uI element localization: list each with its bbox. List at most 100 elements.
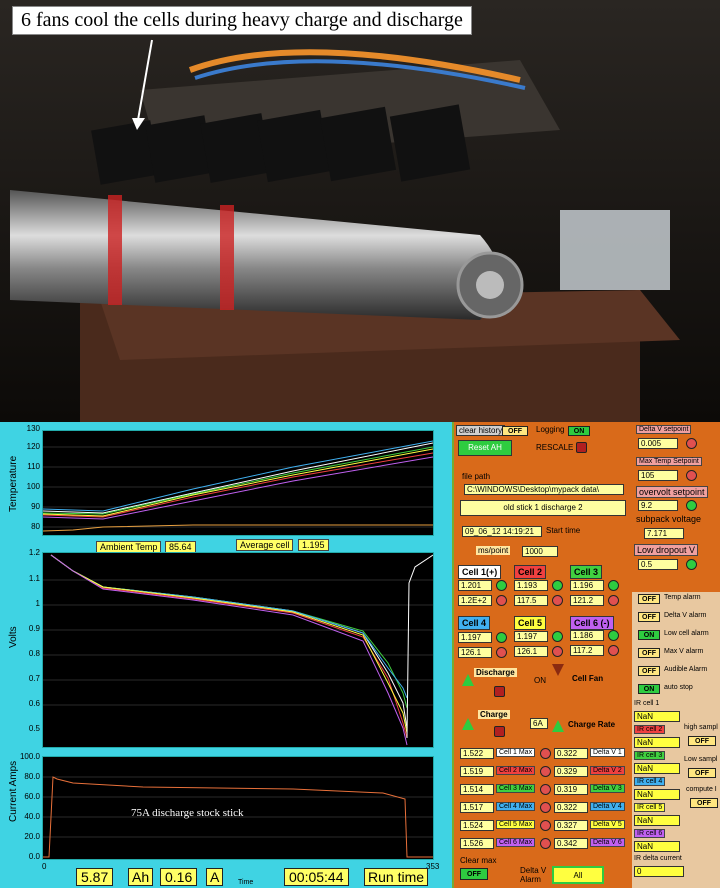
file-name-input[interactable]: old stick 1 discharge 2 [460, 500, 626, 516]
ir-cell-6-label: IR cell 6 [634, 829, 666, 838]
charge-rate-input[interactable]: 6A [530, 718, 548, 729]
cell-4-temp: 126.1 [458, 647, 492, 658]
temp-tick: 120 [26, 442, 40, 451]
amps-value: 0.16 [160, 868, 198, 886]
file-path-label: file path [462, 472, 491, 481]
delta-v-alarm-select[interactable]: All [552, 866, 604, 884]
cell-1-temp: 1.2E+2 [458, 595, 492, 606]
cell-6-temp: 117.2 [570, 645, 604, 656]
cell-6-max-value: 1.526 [460, 838, 494, 849]
temp-series-3 [42, 446, 434, 515]
delta-v-setpoint-input[interactable]: 0.005 [638, 438, 678, 449]
delta-v-6-label: Delta V 6 [590, 838, 625, 847]
volt-recovery [406, 554, 434, 739]
volt-series-2 [50, 554, 408, 739]
volt-tick: 0.8 [28, 649, 40, 658]
volt-tick: 1.2 [28, 548, 40, 557]
fan-arrow-icon [552, 664, 564, 676]
volts-plot [43, 554, 434, 746]
discharge-button[interactable] [494, 686, 505, 697]
low-sample-toggle[interactable]: OFF [688, 768, 716, 778]
volt-tick: 0.5 [28, 724, 40, 733]
amp-tick: 100.0 [19, 752, 40, 761]
ir-cell-1-value: NaN [634, 711, 680, 722]
cell-4-status-led [496, 632, 507, 643]
auto-stop-label: auto stop [664, 684, 693, 691]
compute-toggle[interactable]: OFF [690, 798, 718, 808]
volt-series-5 [50, 554, 408, 734]
temp-alarm-toggle[interactable]: OFF [638, 594, 660, 604]
cell-5-max-value: 1.524 [460, 820, 494, 831]
amps-label: A [206, 868, 224, 886]
rescale-button[interactable] [576, 442, 587, 453]
cell-2-temp: 117.5 [514, 595, 548, 606]
volt-tick: 0.9 [28, 624, 40, 633]
amp-tick: 0.0 [28, 852, 40, 861]
charge-button[interactable] [494, 726, 505, 737]
clear-history-toggle[interactable]: OFF [502, 426, 528, 436]
audible-alarm-toggle[interactable]: OFF [638, 666, 660, 676]
delta-v-4-value: 0.322 [554, 802, 588, 813]
max-temp-input[interactable]: 105 [638, 470, 678, 481]
temp-ambient [42, 524, 433, 532]
charge-rate-arrow-icon [552, 720, 564, 732]
current-chart: 75A discharge stock stick [42, 756, 434, 860]
high-sample-toggle[interactable]: OFF [688, 736, 716, 746]
ir-cell-6-value: NaN [634, 841, 680, 852]
delta-v-3-value: 0.319 [554, 784, 588, 795]
logging-toggle[interactable]: ON [568, 426, 590, 436]
low-dropout-input[interactable]: 0.5 [638, 559, 678, 570]
cell-1-fan-led [496, 595, 507, 606]
ir-cell-3-value: NaN [634, 763, 680, 774]
current-annotation: 75A discharge stock stick [131, 807, 244, 819]
auto-stop-toggle[interactable]: ON [638, 684, 660, 694]
cell-5-voltage: 1.197 [514, 631, 548, 642]
temp-series-1 [42, 442, 434, 514]
delta-v-5-value: 0.327 [554, 820, 588, 831]
cell-fan-label: Cell Fan [572, 674, 604, 683]
low-dropout-label: Low dropout V [634, 544, 699, 556]
x-axis-label: Time [238, 879, 254, 886]
cell-5-temp: 126.1 [514, 646, 548, 657]
average-cell-value: 1.195 [298, 539, 329, 551]
reset-ah-button[interactable]: Reset AH [458, 440, 512, 456]
delta-v-2-label: Delta V 2 [590, 766, 625, 775]
volt-tick: 1 [35, 599, 40, 608]
delta-v-3-label: Delta V 3 [590, 784, 625, 793]
delta-v-setpoint-label: Delta V setpoint [636, 425, 692, 434]
volts-chart [42, 552, 434, 748]
cell-5-max-label: Cell 5 Max [496, 820, 536, 829]
file-path-input[interactable]: C:\WINDOWS\Desktop\mypack data\ [464, 484, 624, 495]
ah-label: Ah [128, 868, 154, 886]
temp-tick: 80 [31, 522, 40, 531]
clear-max-label: Clear max [460, 856, 497, 865]
cell-3-status-led [608, 580, 619, 591]
delta-v-alarm-toggle[interactable]: OFF [638, 612, 660, 622]
volt-tick: 0.7 [28, 674, 40, 683]
cell-6-voltage: 1.186 [570, 630, 604, 641]
start-time-input[interactable]: 09_06_12 14:19:21 [462, 526, 542, 537]
cell-2-voltage: 1.193 [514, 580, 548, 591]
max-v-alarm-label: Max V alarm [664, 648, 704, 655]
ms-point-input[interactable]: 1000 [522, 546, 558, 557]
volt-tick: 0.6 [28, 699, 40, 708]
temperature-chart [42, 430, 434, 536]
cell-6-header: Cell 6 (-) [570, 616, 614, 630]
overvolt-label: overvolt setpoint [636, 486, 708, 498]
temp-tick: 100 [26, 482, 40, 491]
ir-cell-4-value: NaN [634, 789, 680, 800]
subpack-voltage-value: 7.171 [644, 528, 684, 539]
low-cell-alarm-toggle[interactable]: ON [638, 630, 660, 640]
ir-delta-current-label: IR delta current [634, 855, 682, 862]
runtime-value: 00:05:44 [284, 868, 349, 886]
volt-series-6 [50, 554, 408, 746]
logging-label: Logging [536, 425, 565, 434]
overvolt-input[interactable]: 9.2 [638, 500, 678, 511]
max-v-alarm-toggle[interactable]: OFF [638, 648, 660, 658]
cell-2-header: Cell 2 [514, 565, 547, 579]
clear-max-toggle[interactable]: OFF [460, 868, 488, 880]
high-sample-label: high sampl [684, 724, 718, 731]
cell-5-max-led [540, 820, 551, 831]
ir-delta-current-value: 0 [634, 866, 684, 877]
cell-6-fan-led [608, 645, 619, 656]
